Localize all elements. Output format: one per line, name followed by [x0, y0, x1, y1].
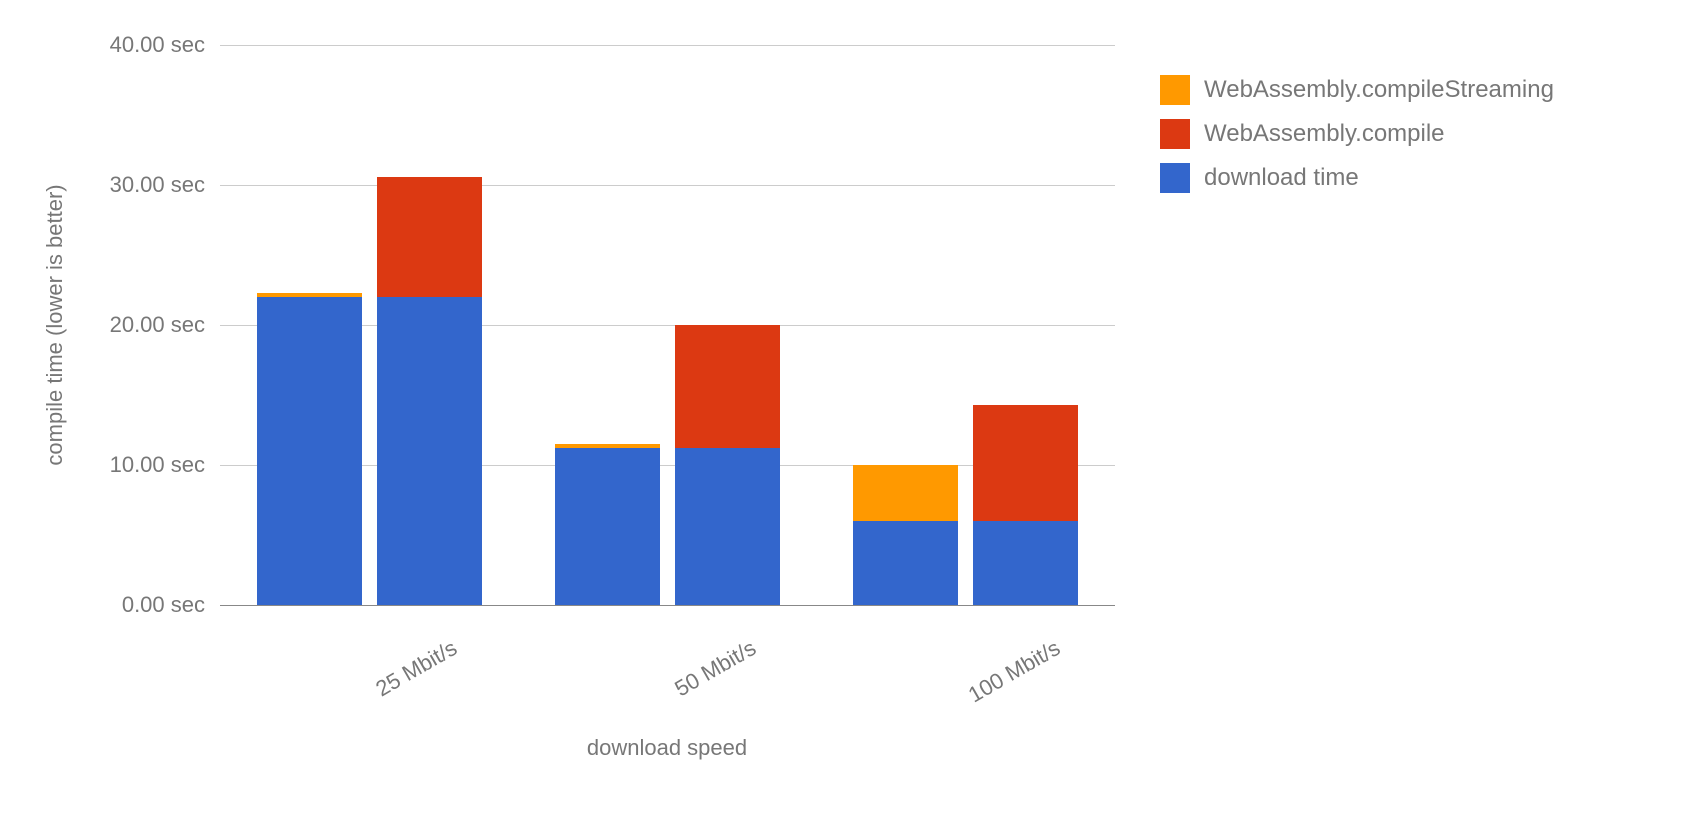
bar-group [817, 45, 1115, 605]
bar-segment [973, 521, 1078, 605]
legend: WebAssembly.compileStreaming WebAssembly.… [1160, 75, 1554, 207]
bar-segment [555, 448, 660, 605]
x-axis-title: download speed [587, 735, 747, 761]
bar-segment [973, 405, 1078, 521]
y-tick-label: 10.00 sec [5, 452, 205, 478]
bar-segment [377, 177, 482, 297]
legend-label: WebAssembly.compile [1204, 120, 1445, 148]
y-tick-label: 0.00 sec [5, 592, 205, 618]
legend-swatch [1160, 119, 1190, 149]
chart-container: compile time (lower is better) download … [0, 0, 1688, 816]
legend-swatch [1160, 75, 1190, 105]
bar-segment [675, 448, 780, 605]
y-tick-label: 40.00 sec [5, 32, 205, 58]
y-tick-label: 30.00 sec [5, 172, 205, 198]
bar [675, 325, 780, 605]
bar [973, 405, 1078, 605]
bar-segment [853, 465, 958, 521]
x-tick-label: 50 Mbit/s [670, 635, 760, 702]
bar-segment [853, 521, 958, 605]
x-tick-label: 100 Mbit/s [964, 635, 1065, 708]
bar-group [518, 45, 816, 605]
y-tick-label: 20.00 sec [5, 312, 205, 338]
x-tick-label: 25 Mbit/s [371, 635, 461, 702]
baseline [220, 605, 1115, 606]
legend-item: WebAssembly.compileStreaming [1160, 75, 1554, 105]
plot-area: 0.00 sec10.00 sec20.00 sec30.00 sec40.00… [220, 45, 1115, 605]
bar [257, 293, 362, 605]
legend-item: WebAssembly.compile [1160, 119, 1554, 149]
bar-segment [675, 325, 780, 448]
bar [555, 444, 660, 605]
legend-item: download time [1160, 163, 1554, 193]
bar [377, 177, 482, 605]
bar-group [220, 45, 518, 605]
legend-swatch [1160, 163, 1190, 193]
bar-segment [257, 297, 362, 605]
legend-label: download time [1204, 164, 1359, 192]
bar-segment [377, 297, 482, 605]
bar [853, 465, 958, 605]
legend-label: WebAssembly.compileStreaming [1204, 76, 1554, 104]
